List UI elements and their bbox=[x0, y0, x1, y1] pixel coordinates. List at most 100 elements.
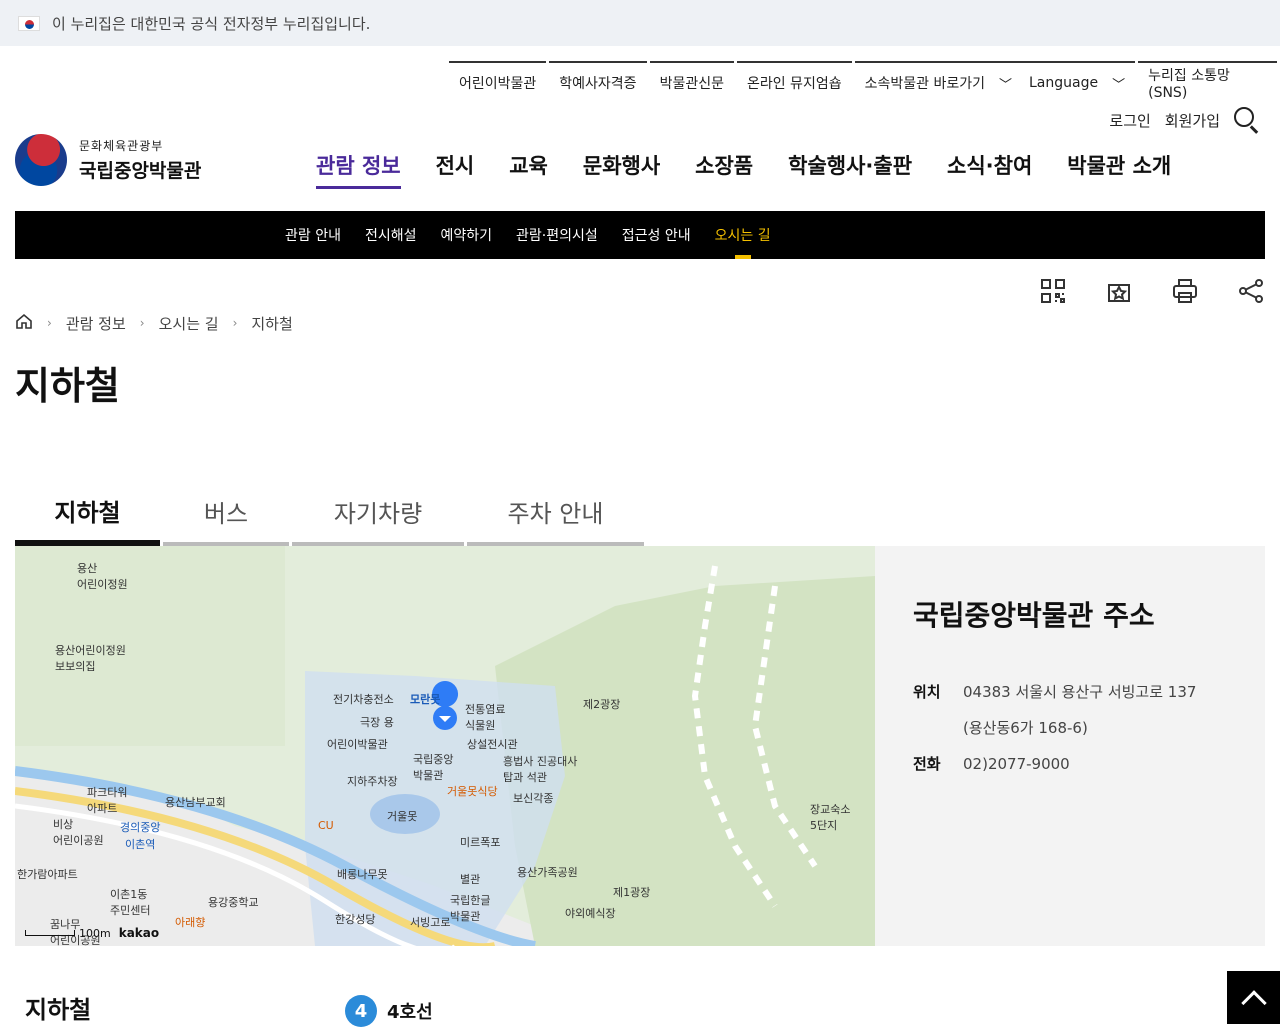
language-select[interactable]: Language ﹀ bbox=[1019, 61, 1136, 103]
subnav-reservation[interactable]: 예약하기 bbox=[441, 211, 493, 259]
map-label: 한가람아파트 bbox=[17, 868, 78, 881]
gov-banner: 이 누리집은 대한민국 공식 전자정부 누리집입니다. bbox=[0, 0, 1280, 46]
bookmark-star-icon[interactable] bbox=[1104, 276, 1134, 306]
subnav-facilities[interactable]: 관람·편의시설 bbox=[516, 211, 598, 259]
chevron-up-icon bbox=[1240, 989, 1267, 1016]
map-label: 용산 어린이정원 bbox=[77, 562, 128, 591]
map-label: 전기차충전소 bbox=[333, 693, 394, 706]
tab-car[interactable]: 자기차량 bbox=[292, 480, 464, 546]
gnb-events[interactable]: 문화행사 bbox=[583, 150, 660, 189]
taegeuk-emblem-icon bbox=[15, 134, 67, 186]
util-link-sns[interactable]: 누리집 소통망(SNS) bbox=[1138, 61, 1277, 103]
gnb-visit-info[interactable]: 관람 정보 bbox=[316, 150, 401, 189]
signup-link[interactable]: 회원가입 bbox=[1165, 110, 1220, 131]
breadcrumb: › 관람 정보 › 오시는 길 › 지하철 bbox=[15, 312, 293, 334]
util-link-kids-museum[interactable]: 어린이박물관 bbox=[449, 61, 547, 103]
subnav-directions[interactable]: 오시는 길 bbox=[715, 211, 771, 259]
map-label: 모란못 bbox=[410, 693, 441, 706]
map-label: 국립중앙 박물관 bbox=[413, 753, 454, 782]
map-label: CU bbox=[318, 819, 334, 832]
account-links: 로그인 회원가입 bbox=[1095, 104, 1260, 136]
map-label: 장교숙소 5단지 bbox=[810, 803, 851, 832]
share-icon[interactable] bbox=[1236, 276, 1266, 306]
language-label: Language bbox=[1029, 75, 1099, 91]
phone-value: 02)2077-9000 bbox=[963, 755, 1070, 773]
map-scale-bar bbox=[25, 930, 75, 936]
sub-nav: 관람 안내 전시해설 예약하기 관람·편의시설 접근성 안내 오시는 길 bbox=[15, 211, 1265, 259]
gnb-education[interactable]: 교육 bbox=[509, 150, 548, 189]
chevron-down-icon: ﹀ bbox=[1112, 77, 1126, 93]
search-icon[interactable] bbox=[1234, 107, 1260, 134]
ministry-name: 문화체육관광부 bbox=[79, 139, 164, 153]
map-label: 국립한글 박물관 bbox=[450, 894, 491, 923]
crumb-visit-info[interactable]: 관람 정보 bbox=[66, 313, 126, 334]
crumb-directions[interactable]: 오시는 길 bbox=[159, 313, 219, 334]
gnb-about[interactable]: 박물관 소개 bbox=[1067, 150, 1171, 189]
affiliated-museums-label: 소속박물관 바로가기 bbox=[864, 76, 985, 92]
map-label: 아래향 bbox=[175, 916, 206, 929]
tab-parking[interactable]: 주차 안내 bbox=[467, 480, 644, 546]
map-label: 보신각종 bbox=[513, 792, 554, 805]
map-label: 야외예식장 bbox=[565, 907, 616, 920]
map-label: 흥법사 진공대사 탑과 석관 bbox=[503, 755, 578, 784]
gnb-exhibitions[interactable]: 전시 bbox=[436, 150, 475, 189]
location-line1: 04383 서울시 용산구 서빙고로 137 bbox=[963, 683, 1197, 701]
main-nav: 관람 정보 전시 교육 문화행사 소장품 학술행사·출판 소식·참여 박물관 소… bbox=[316, 150, 1206, 189]
museum-logo[interactable]: 문화체육관광부 국립중앙박물관 bbox=[15, 134, 201, 186]
subnav-accessibility[interactable]: 접근성 안내 bbox=[622, 211, 691, 259]
gnb-collections[interactable]: 소장품 bbox=[695, 150, 753, 189]
map-label: 제1광장 bbox=[613, 886, 651, 899]
kakao-logo: kakao bbox=[118, 926, 160, 940]
map-label: 서빙고로 bbox=[410, 916, 451, 929]
util-link-affiliated-museums[interactable]: 소속박물관 바로가기 ﹀ bbox=[854, 61, 1022, 103]
subway-line-4: 4 4호선 bbox=[345, 995, 433, 1027]
gov-banner-text: 이 누리집은 대한민국 공식 전자정부 누리집입니다. bbox=[52, 14, 371, 33]
map-label: 지하주차장 bbox=[347, 775, 398, 788]
location-label: 위치 bbox=[913, 683, 941, 701]
map-attribution: 100m kakao bbox=[25, 926, 159, 940]
map-label: 어린이박물관 bbox=[327, 738, 388, 751]
location-line2: (용산동6가 168-6) bbox=[963, 719, 1088, 737]
util-link-newsletter[interactable]: 박물관신문 bbox=[649, 61, 734, 103]
util-link-curator-cert[interactable]: 학예사자격증 bbox=[549, 61, 647, 103]
map-label: 비상 어린이공원 bbox=[53, 818, 104, 847]
chevron-right-icon: › bbox=[232, 316, 238, 330]
subnav-visit-guide[interactable]: 관람 안내 bbox=[285, 211, 341, 259]
qr-code-icon[interactable] bbox=[1038, 276, 1068, 306]
location-map[interactable]: 용산 어린이정원 용산어린이정원 보보의집 전기차충전소 모란못 전통염료 식물원 극… bbox=[15, 546, 875, 946]
page-title: 지하철 bbox=[15, 364, 120, 408]
line-4-name: 4호선 bbox=[387, 1002, 433, 1023]
korea-flag-icon bbox=[18, 15, 40, 31]
map-label: 경의중앙 bbox=[120, 821, 161, 834]
map-label: 극장 용 bbox=[360, 716, 394, 729]
subnav-docent[interactable]: 전시해설 bbox=[365, 211, 417, 259]
util-link-online-shop[interactable]: 온라인 뮤지엄숍 bbox=[736, 61, 852, 103]
map-label: 제2광장 bbox=[583, 698, 621, 711]
map-label: 용산어린이정원 보보의집 bbox=[55, 644, 126, 673]
phone-label: 전화 bbox=[913, 755, 941, 773]
login-link[interactable]: 로그인 bbox=[1109, 110, 1150, 131]
map-label: 전통염료 식물원 bbox=[465, 703, 506, 732]
map-label: 용산남부교회 bbox=[165, 796, 226, 809]
chevron-right-icon: › bbox=[47, 316, 52, 330]
map-label: 배롱나무못 bbox=[337, 868, 388, 881]
print-icon[interactable] bbox=[1170, 276, 1200, 306]
chevron-down-icon: ﹀ bbox=[998, 77, 1012, 93]
map-label: 이촌역 bbox=[125, 838, 156, 851]
tab-subway[interactable]: 지하철 bbox=[15, 480, 160, 546]
gnb-academic[interactable]: 학술행사·출판 bbox=[788, 150, 912, 189]
map-label: 파크타워 아파트 bbox=[87, 786, 128, 815]
map-label: 거울못식당 bbox=[447, 785, 498, 798]
scroll-top-button[interactable] bbox=[1227, 971, 1280, 1024]
map-label: 별관 bbox=[460, 873, 481, 886]
address-title: 국립중앙박물관 주소 bbox=[913, 599, 1155, 632]
tab-bus[interactable]: 버스 bbox=[163, 480, 289, 546]
page-tools bbox=[1002, 276, 1266, 306]
home-icon[interactable] bbox=[15, 312, 33, 334]
line-4-badge: 4 bbox=[345, 995, 377, 1027]
gnb-news[interactable]: 소식·참여 bbox=[947, 150, 1032, 189]
util-links-2: Language ﹀ 누리집 소통망(SNS) bbox=[1019, 61, 1280, 103]
chevron-right-icon: › bbox=[139, 316, 145, 330]
direction-tabs: 지하철 버스 자기차량 주차 안내 bbox=[15, 480, 647, 546]
map-label: 거울못 bbox=[387, 810, 418, 823]
